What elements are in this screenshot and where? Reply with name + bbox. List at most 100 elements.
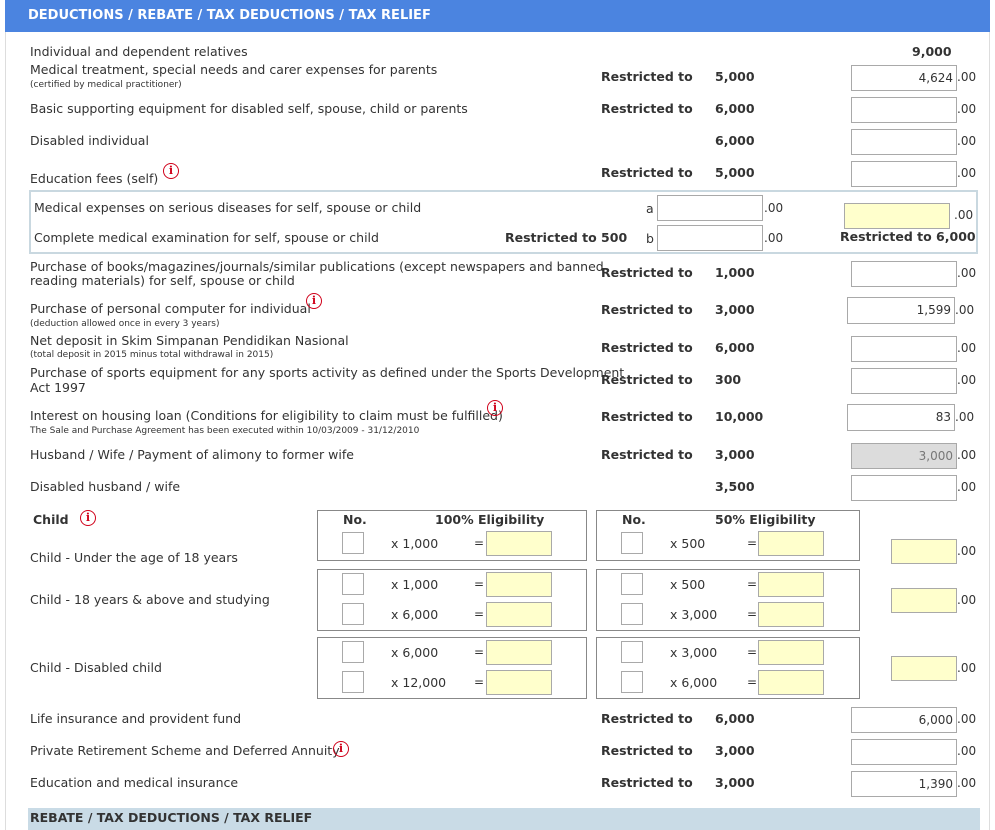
spouse-limit: 3,000 [715, 447, 755, 462]
equipment-label: Basic supporting equipment for disabled … [30, 101, 468, 116]
child-studying-100-count-a[interactable] [342, 573, 364, 595]
exam-restrict-total: Restricted to 6,000 [840, 229, 976, 244]
decimal-suffix: .00 [957, 166, 977, 180]
exam-label: Complete medical examination for self, s… [34, 230, 379, 245]
disabled-spouse-input[interactable] [851, 475, 957, 501]
child-studying-label: Child - 18 years & above and studying [30, 592, 270, 607]
books-label-line1: Purchase of books/magazines/journals/sim… [30, 259, 604, 274]
decimal-suffix: .00 [764, 201, 784, 215]
info-icon[interactable]: i [80, 510, 96, 526]
exam-input[interactable] [657, 225, 763, 251]
prs-input[interactable] [851, 739, 957, 765]
sspn-limit: 6,000 [715, 340, 755, 355]
equipment-input[interactable] [851, 97, 957, 123]
education-limit: 5,000 [715, 165, 755, 180]
books-label-line2: reading materials) for self, spouse or c… [30, 273, 295, 288]
decimal-suffix: .00 [957, 544, 977, 558]
individual-amount: 9,000 [912, 44, 952, 59]
life-limit: 6,000 [715, 711, 755, 726]
decimal-suffix: .00 [957, 712, 977, 726]
sspn-input[interactable] [851, 336, 957, 362]
exam-restrict: Restricted to 500 [505, 230, 628, 245]
disabled-input[interactable] [851, 129, 957, 155]
info-icon[interactable]: i [487, 400, 503, 416]
disabled-spouse-label: Disabled husband / wife [30, 479, 181, 494]
medical-parents-input[interactable]: 4,624 [851, 65, 957, 91]
housing-note: The Sale and Purchase Agreement has been… [30, 426, 420, 436]
sports-label-line1: Purchase of sports equipment for any spo… [30, 365, 625, 380]
computer-input[interactable]: 1,599 [847, 297, 955, 324]
medical-parents-note: (certified by medical practitioner) [30, 80, 182, 90]
books-limit: 1,000 [715, 265, 755, 280]
serious-input[interactable] [657, 195, 763, 221]
disabled-spouse-amount: 3,500 [715, 479, 755, 494]
child-disabled-100-count-b[interactable] [342, 671, 364, 693]
computer-label: Purchase of personal computer for indivi… [30, 301, 311, 316]
multiplier: x 1,000 [391, 577, 439, 592]
child-disabled-label: Child - Disabled child [30, 660, 162, 675]
col-50-header: 50% Eligibility [715, 512, 816, 527]
multiplier: x 6,000 [391, 645, 439, 660]
sspn-label: Net deposit in Skim Simpanan Pendidikan … [30, 333, 349, 348]
sports-label-line2: Act 1997 [30, 380, 86, 395]
education-input[interactable] [851, 161, 957, 187]
equals-sign: = [474, 607, 485, 621]
edu-med-limit: 3,000 [715, 775, 755, 790]
decimal-suffix: .00 [957, 448, 977, 462]
child-disabled-100-result-a [486, 640, 552, 665]
decimal-suffix: .00 [957, 266, 977, 280]
child-studying-100-result-a [486, 572, 552, 597]
decimal-suffix: .00 [957, 661, 977, 675]
child-studying-50-result-a [758, 572, 824, 597]
medical-total-input[interactable] [844, 203, 950, 229]
life-input[interactable]: 6,000 [851, 707, 957, 733]
child-disabled-100-result-b [486, 670, 552, 695]
child-disabled-total [891, 656, 957, 681]
child-studying-50-count-a[interactable] [621, 573, 643, 595]
medical-parents-label: Medical treatment, special needs and car… [30, 62, 438, 77]
equals-sign: = [747, 536, 758, 550]
info-icon[interactable]: i [333, 741, 349, 757]
multiplier: x 6,000 [670, 675, 718, 690]
exam-letter: b [646, 231, 654, 246]
child-disabled-100-count-a[interactable] [342, 641, 364, 663]
spouse-input: 3,000 [851, 443, 957, 469]
child-disabled-50-count-b[interactable] [621, 671, 643, 693]
edu-med-input[interactable]: 1,390 [851, 771, 957, 797]
decimal-suffix: .00 [957, 373, 977, 387]
rebate-section-header: REBATE / TAX DEDUCTIONS / TAX RELIEF [28, 808, 980, 830]
edu-med-label: Education and medical insurance [30, 775, 239, 790]
decimal-suffix: .00 [957, 134, 977, 148]
info-icon[interactable]: i [306, 293, 322, 309]
child-studying-50-count-b[interactable] [621, 603, 643, 625]
child-studying-100-count-b[interactable] [342, 603, 364, 625]
child-disabled-50-count-a[interactable] [621, 641, 643, 663]
restricted-label: Restricted to [601, 409, 693, 424]
equals-sign: = [474, 645, 485, 659]
restricted-label: Restricted to [601, 447, 693, 462]
child-under18-50-count[interactable] [621, 532, 643, 554]
restricted-label: Restricted to [601, 775, 693, 790]
child-studying-50-result-b [758, 602, 824, 627]
equals-sign: = [474, 536, 485, 550]
sports-input[interactable] [851, 368, 957, 394]
decimal-suffix: .00 [957, 593, 977, 607]
decimal-suffix: .00 [957, 776, 977, 790]
prs-limit: 3,000 [715, 743, 755, 758]
multiplier: x 3,000 [670, 607, 718, 622]
equals-sign: = [747, 577, 758, 591]
restricted-label: Restricted to [601, 372, 693, 387]
section-header: DEDUCTIONS / REBATE / TAX DEDUCTIONS / T… [5, 0, 990, 32]
housing-input[interactable]: 83 [847, 404, 955, 431]
books-input[interactable] [851, 261, 957, 287]
serious-label: Medical expenses on serious diseases for… [34, 200, 422, 215]
prs-label: Private Retirement Scheme and Deferred A… [30, 743, 340, 758]
decimal-suffix: .00 [955, 303, 975, 317]
spouse-label: Husband / Wife / Payment of alimony to f… [30, 447, 354, 462]
child-studying-total [891, 588, 957, 613]
individual-label: Individual and dependent relatives [30, 44, 248, 59]
multiplier: x 1,000 [391, 536, 439, 551]
info-icon[interactable]: i [163, 163, 179, 179]
child-under18-100-count[interactable] [342, 532, 364, 554]
decimal-suffix: .00 [957, 480, 977, 494]
